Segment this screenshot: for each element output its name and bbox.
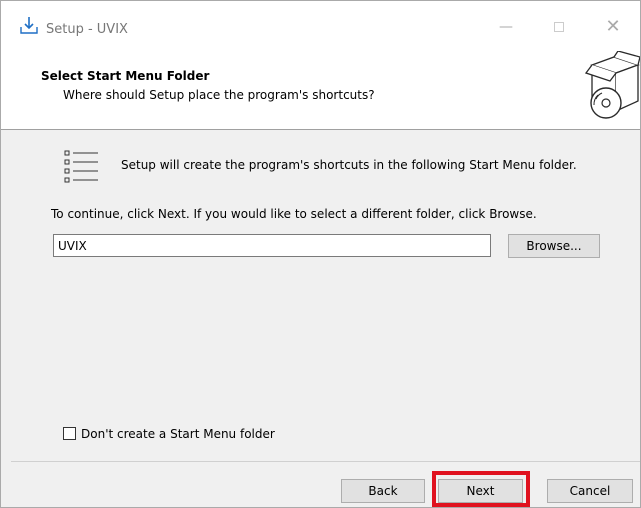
title-bar: Setup - UVIX — ✕ [1, 1, 640, 41]
next-button[interactable]: Next [438, 479, 523, 503]
browse-button[interactable]: Browse... [508, 234, 600, 258]
close-icon[interactable]: ✕ [603, 17, 623, 37]
back-button[interactable]: Back [341, 479, 425, 503]
start-menu-folder-input[interactable] [53, 234, 491, 257]
page-title: Select Start Menu Folder [41, 69, 210, 83]
footer-divider [11, 461, 640, 462]
checkbox-label: Don't create a Start Menu folder [81, 427, 275, 441]
no-start-menu-folder-checkbox[interactable] [63, 427, 76, 440]
cancel-button[interactable]: Cancel [547, 479, 633, 503]
wizard-header: Select Start Menu Folder Where should Se… [1, 41, 641, 130]
software-box-disc-icon [584, 50, 641, 121]
list-icon [64, 148, 100, 184]
minimize-icon[interactable]: — [496, 17, 516, 37]
shortcut-description: Setup will create the program's shortcut… [121, 158, 577, 172]
page-subtitle: Where should Setup place the program's s… [63, 88, 375, 102]
setup-window: Setup - UVIX — ✕ Select Start Menu Folde… [0, 0, 641, 508]
maximize-icon[interactable] [549, 17, 569, 37]
continue-instructions: To continue, click Next. If you would li… [51, 207, 537, 221]
window-title: Setup - UVIX [46, 22, 128, 37]
installer-download-icon [19, 15, 39, 35]
